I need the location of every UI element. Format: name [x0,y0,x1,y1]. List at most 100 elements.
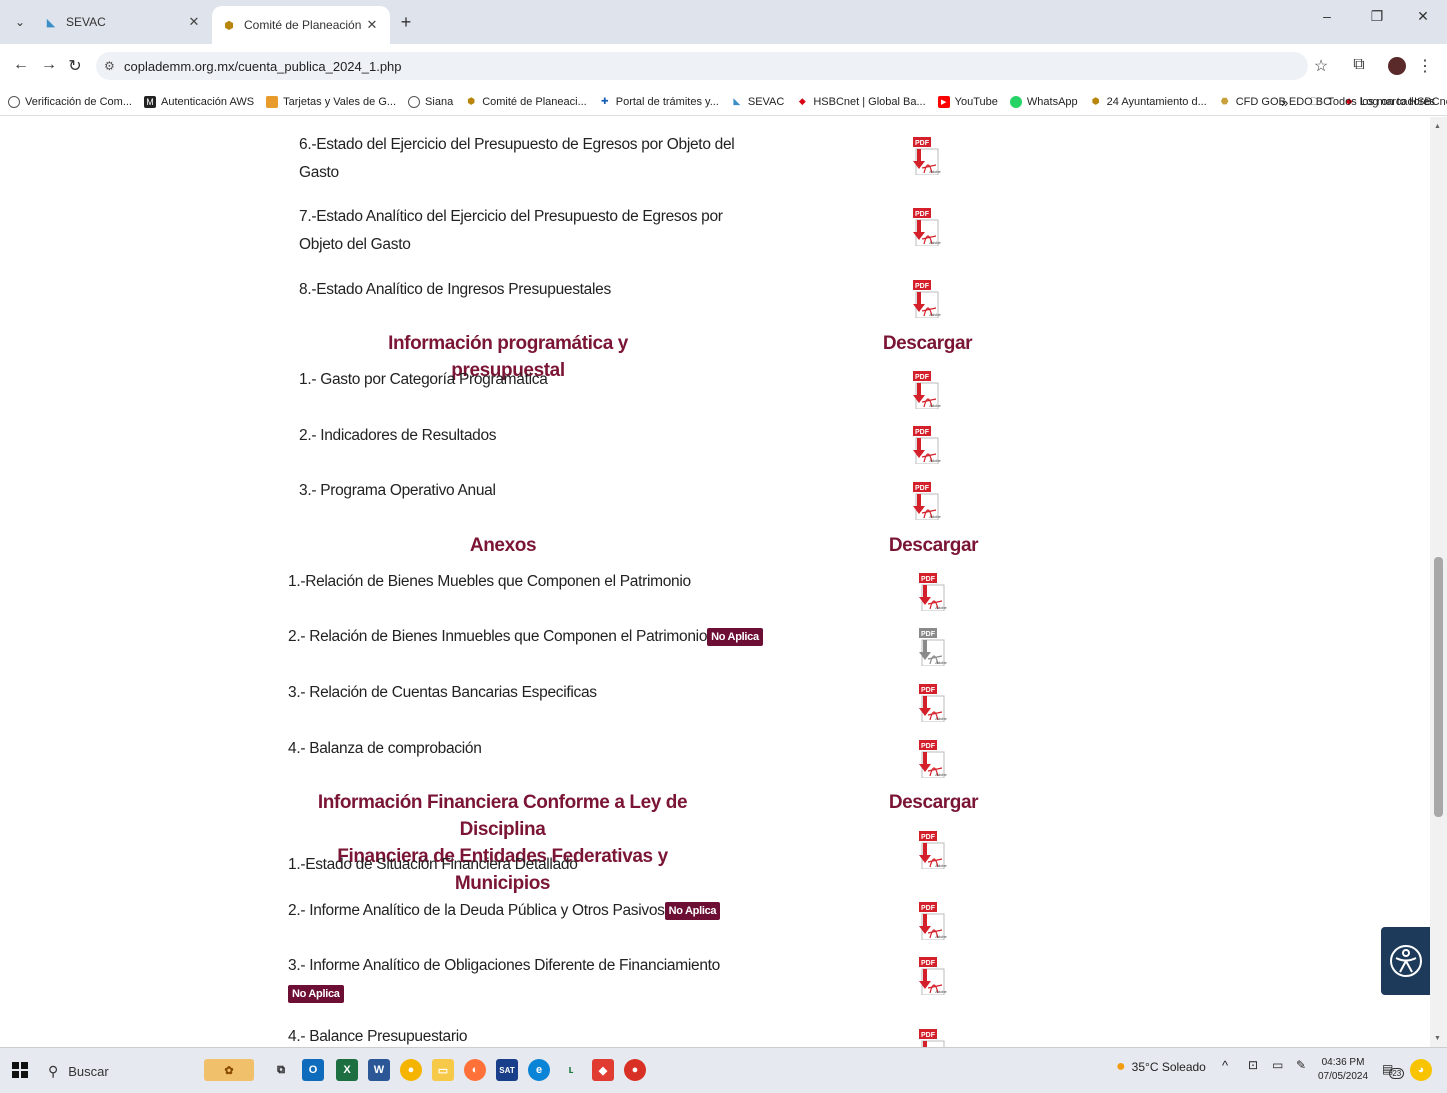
reload-icon[interactable]: ↻ [64,56,86,76]
bookmark-item[interactable]: Tarjetas y Vales de G... [266,95,397,108]
sat-icon[interactable]: SAT [496,1059,518,1081]
pdf-download-icon[interactable]: PDFAdobe [916,900,950,941]
accessibility-button[interactable] [1381,927,1430,995]
globe-icon [408,95,421,108]
taskbar-news-icon[interactable]: ✿ [204,1059,254,1081]
pdf-download-icon[interactable]: PDFAdobe [916,571,950,612]
back-icon[interactable]: ← [10,56,32,74]
chrome-profile-icon[interactable]: ● [624,1059,646,1081]
pdf-download-icon[interactable]: PDFAdobe [916,955,950,996]
new-tab-button[interactable]: + [394,10,418,34]
scroll-thumb[interactable] [1434,557,1443,817]
doc-item[interactable]: 6.-Estado del Ejercicio del Presupuesto … [299,131,735,187]
more-menu-icon[interactable]: ⋮ [1414,56,1436,76]
pdf-download-icon[interactable]: PDFAdobe [910,480,944,521]
doc-item[interactable]: 2.- Informe Analítico de la Deuda Públic… [288,897,721,925]
pen-icon[interactable]: ✎ [1296,1058,1306,1072]
profile-avatar[interactable] [1388,57,1406,75]
pdf-download-icon[interactable]: PDFAdobe [910,206,944,247]
svg-text:PDF: PDF [921,960,936,967]
svg-text:PDF: PDF [921,834,936,841]
doc-item[interactable]: 3.- Relación de Cuentas Bancarias Especi… [288,679,597,707]
pdf-download-icon[interactable]: PDFAdobe [910,369,944,410]
svg-text:PDF: PDF [915,283,930,290]
doc-item[interactable]: 3.- Informe Analítico de Obligaciones Di… [288,952,720,1008]
bookmark-item[interactable]: ⬢ 24 Ayuntamiento d... [1090,96,1207,108]
task-view-icon[interactable]: ⧉ [270,1059,292,1081]
chrome-icon[interactable]: ● [400,1059,422,1081]
close-tab-icon[interactable]: ✕ [364,17,380,33]
doc-item[interactable]: 8.-Estado Analítico de Ingresos Presupue… [299,276,611,304]
page-scrollbar[interactable]: ▲ ▼ [1430,117,1447,1047]
tab-search-chevron-icon[interactable]: ⌄ [6,9,34,35]
doc-item[interactable]: 4.- Balanza de comprobación [288,735,482,763]
restore-icon[interactable]: ❐ [1362,8,1392,25]
taskbar-clock[interactable]: 04:36 PM 07/05/2024 [1318,1056,1368,1084]
close-window-icon[interactable]: ✕ [1408,8,1438,25]
pdf-download-icon[interactable]: PDFAdobe [910,424,944,465]
bookmark-item[interactable]: ✚ Portal de trámites y... [599,96,719,108]
bookmark-label: Siana [425,95,454,108]
pdf-download-icon[interactable]: PDFAdobe [916,829,950,870]
windows-start-icon[interactable] [12,1062,28,1078]
svg-text:PDF: PDF [915,211,930,218]
doc-item[interactable]: 2.- Indicadores de Resultados [299,422,497,450]
scroll-down-icon[interactable]: ▼ [1434,1035,1441,1042]
doc-item[interactable]: 7.-Estado Analítico del Ejercicio del Pr… [299,203,723,259]
outlook-icon[interactable]: O [302,1059,324,1081]
excel-icon[interactable]: X [336,1059,358,1081]
scroll-up-icon[interactable]: ▲ [1434,123,1441,130]
firefox-icon[interactable]: ◐ [464,1059,486,1081]
doc-item[interactable]: 1.-Relación de Bienes Muebles que Compon… [288,568,691,596]
minimize-icon[interactable]: – [1312,8,1342,24]
bookmarks-overflow-button[interactable]: » [1281,95,1288,110]
address-bar[interactable]: ⚙ coplademm.org.mx/cuenta_publica_2024_1… [96,52,1308,80]
app-icon[interactable]: ʟ [560,1059,582,1081]
bookmark-label: SEVAC [747,95,785,108]
doc-item[interactable]: 3.- Programa Operativo Anual [299,477,496,505]
doc-item[interactable]: 2.- Relación de Bienes Inmuebles que Com… [288,623,763,651]
doc-item-label: 2.- Informe Analítico de la Deuda Públic… [288,902,665,919]
site-info-icon[interactable]: ⚙ [104,59,124,73]
file-explorer-icon[interactable]: ▭ [432,1059,454,1081]
bookmark-item[interactable]: ⬢ Comité de Planeaci... [465,96,587,108]
pdf-reader-icon[interactable]: ◆ [592,1059,614,1081]
bookmark-item[interactable]: ▶ YouTube [937,95,998,108]
doc-item[interactable]: 1.- Gasto por Categoría Programática [299,366,548,394]
meet-icon[interactable]: ⊡ [1248,1058,1258,1072]
tab-coplademm[interactable]: ⬢ Comité de Planeación para el D ✕ [212,6,390,44]
bookmark-item[interactable]: ◣ SEVAC [731,96,784,108]
bookmark-item[interactable]: Verificación de Com... [8,95,132,108]
tray-chevron-icon[interactable]: ^ [1222,1058,1228,1073]
all-bookmarks-button[interactable]: Todos los marcadores [1327,96,1435,108]
taskbar-search[interactable]: ⚲ Buscar [48,1056,198,1086]
svg-text:Adobe: Adobe [929,403,941,408]
tab-sevac[interactable]: ◣ SEVAC ✕ [34,6,212,38]
doc-item[interactable]: 1.-Estado de Situación Financiera Detall… [288,851,578,879]
bookmark-item[interactable]: M Autenticación AWS [144,95,254,108]
pdf-download-icon[interactable]: PDFAdobe [910,278,944,319]
pdf-download-icon[interactable]: PDFAdobe [910,135,944,176]
word-icon[interactable]: W [368,1059,390,1081]
weather-widget[interactable]: ● 35°C Soleado [1116,1058,1206,1076]
pdf-download-icon[interactable]: PDFAdobe [916,738,950,779]
notifications-button[interactable]: ▤ 23 [1382,1058,1405,1079]
doc-item[interactable]: 4.- Balance Presupuestario [288,1023,467,1047]
bookmark-item[interactable]: WhatsApp [1009,95,1078,108]
forward-icon[interactable]: → [38,56,60,74]
pdf-download-icon[interactable]: PDFAdobe [916,682,950,723]
bookmark-star-icon[interactable]: ☆ [1310,56,1332,76]
doc-item-line: Objeto del Gasto [299,236,411,253]
bookmark-item[interactable]: ◆ HSBCnet | Global Ba... [796,96,926,108]
copilot-icon[interactable]: ◕ [1410,1059,1432,1081]
bookmark-item[interactable]: Siana [408,95,454,108]
edge-icon[interactable]: e [528,1059,550,1081]
extensions-icon[interactable]: ⧉ [1348,56,1370,74]
network-icon[interactable]: ▭ [1272,1058,1283,1072]
browser-toolbar: ← → ↻ ⚙ coplademm.org.mx/cuenta_publica_… [0,44,1447,88]
pdf-download-icon[interactable]: PDFAdobe [916,1027,950,1047]
close-tab-icon[interactable]: ✕ [186,14,202,30]
bookmarks-right: » 🗀 Todos los marcadores [1281,88,1435,116]
coplademm-icon: ⬢ [467,96,476,106]
bookmark-label: Tarjetas y Vales de G... [283,95,397,108]
